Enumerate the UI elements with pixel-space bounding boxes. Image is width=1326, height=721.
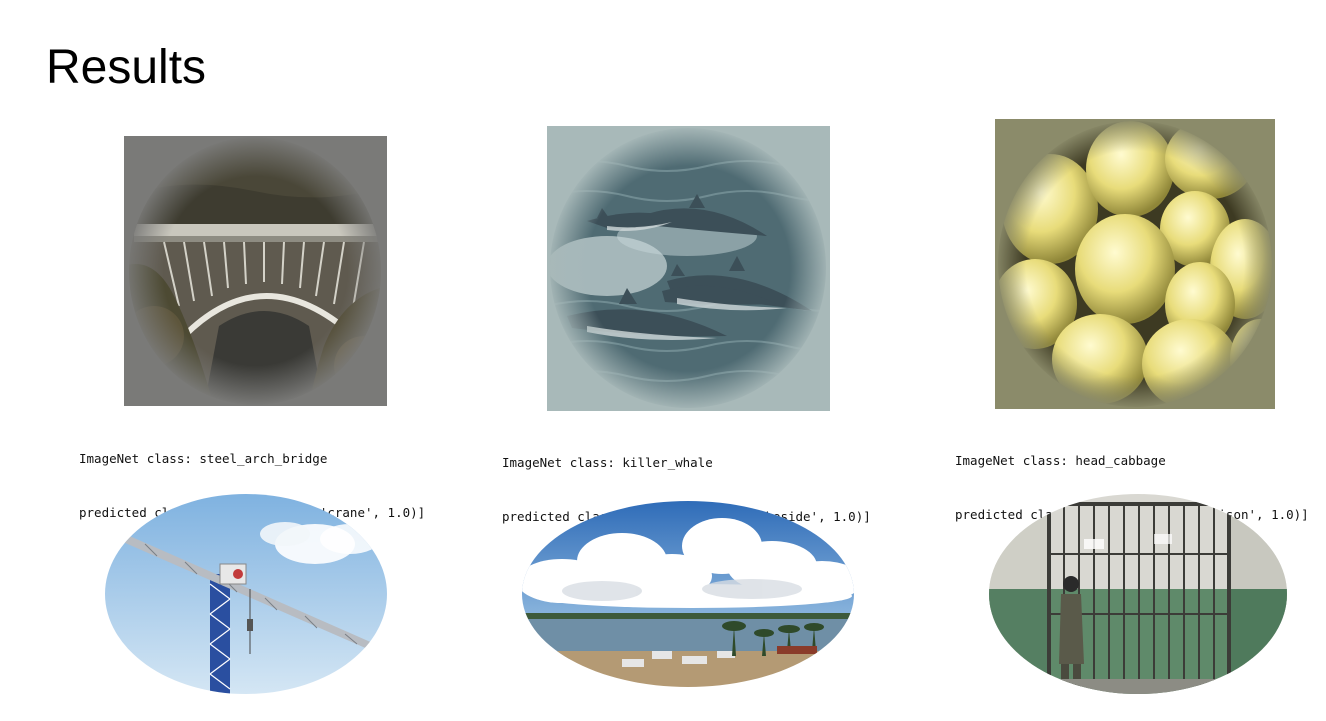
- killer-whale-dolphins-image: [547, 126, 830, 411]
- prison-image: [989, 494, 1287, 694]
- lemons-image: [995, 119, 1275, 409]
- lakeside-image: [522, 501, 855, 688]
- imagenet-class-label: ImageNet class: steel_arch_bridge: [79, 451, 328, 466]
- slide-title: Results: [46, 41, 207, 94]
- imagenet-class-label: ImageNet class: killer_whale: [502, 455, 713, 470]
- crane-image: [105, 494, 387, 694]
- steel-arch-bridge-image: [124, 136, 387, 406]
- imagenet-class-label: ImageNet class: head_cabbage: [955, 453, 1166, 468]
